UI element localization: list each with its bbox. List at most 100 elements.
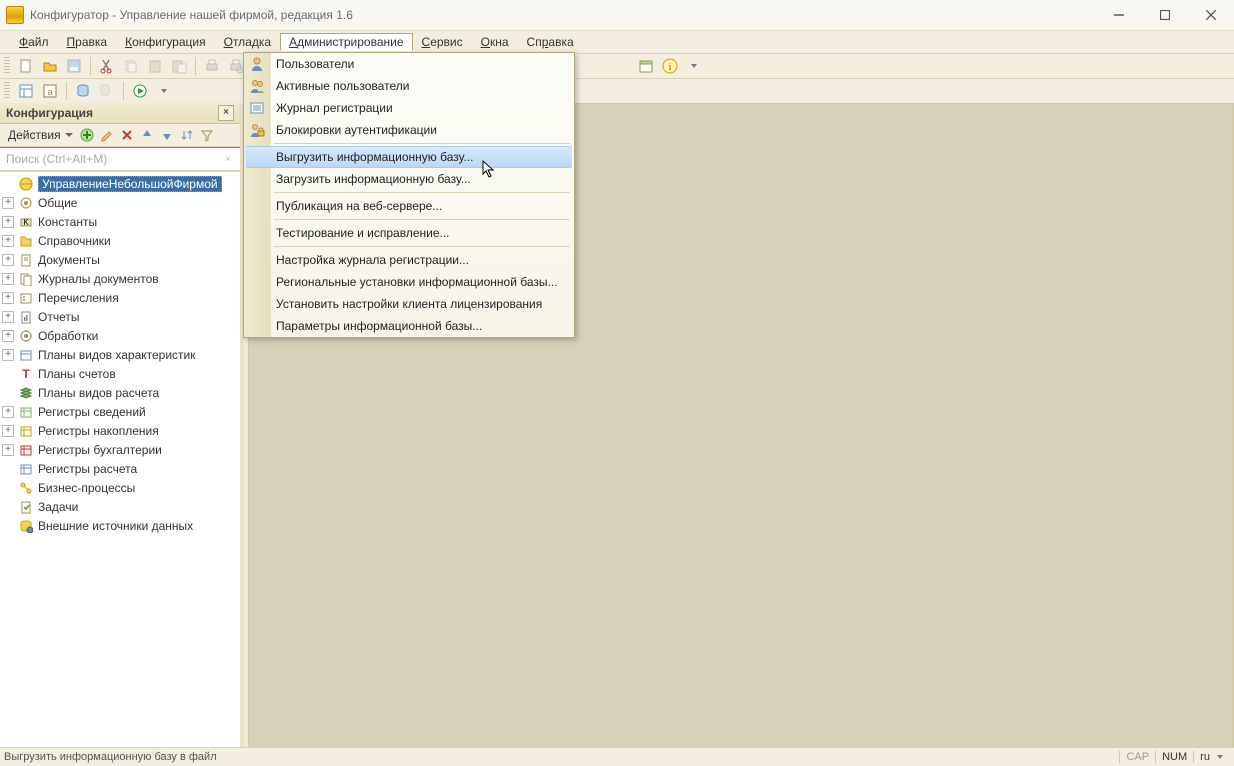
business-process-icon — [18, 480, 34, 496]
tree-node[interactable]: + Перечисления — [0, 288, 240, 307]
tree-node[interactable]: + Общие — [0, 193, 240, 212]
tree-node[interactable]: + Задачи — [0, 497, 240, 516]
menu-file[interactable]: Файл — [10, 33, 58, 51]
tree-node[interactable]: + Документы — [0, 250, 240, 269]
paste-button[interactable] — [144, 56, 166, 76]
tree-node[interactable]: + T Планы счетов — [0, 364, 240, 383]
menu-dump-ib-label: Выгрузить информационную базу... — [276, 150, 473, 164]
calendar-button[interactable] — [635, 56, 657, 76]
move-up-button[interactable] — [138, 126, 156, 144]
menu-edit-label: Правка — [67, 35, 108, 49]
menu-auth-locks[interactable]: Блокировки аутентификации — [244, 119, 574, 141]
menu-windows-label: Окна — [481, 35, 509, 49]
menu-users[interactable]: Пользователи — [244, 53, 574, 75]
tree-node[interactable]: + Регистры сведений — [0, 402, 240, 421]
menu-active-users-label: Активные пользователи — [276, 79, 409, 93]
tree-node[interactable]: + Бизнес-процессы — [0, 478, 240, 497]
save-button[interactable] — [63, 56, 85, 76]
run-dropdown-icon[interactable] — [153, 81, 175, 101]
tree-node[interactable]: + Отчеты — [0, 307, 240, 326]
tree-node[interactable]: + K Константы — [0, 212, 240, 231]
tree-node[interactable]: + Планы видов характеристик — [0, 345, 240, 364]
menu-auth-locks-label: Блокировки аутентификации — [276, 123, 437, 137]
tree-node-label: Константы — [38, 215, 97, 229]
menu-windows[interactable]: Окна — [472, 33, 518, 51]
help-dropdown-icon[interactable] — [683, 56, 705, 76]
titlebar: Конфигуратор - Управление нашей фирмой, … — [0, 0, 1234, 31]
tree-node[interactable]: + Планы видов расчета — [0, 383, 240, 402]
globe-icon — [18, 176, 34, 192]
tree-node[interactable]: + Журналы документов — [0, 269, 240, 288]
common-icon — [18, 195, 34, 211]
enums-icon — [18, 290, 34, 306]
paste-board-button[interactable] — [168, 56, 190, 76]
db-button[interactable] — [72, 81, 94, 101]
menu-help[interactable]: Справка — [518, 33, 583, 51]
menu-service[interactable]: Сервис — [413, 33, 472, 51]
menu-load-ib[interactable]: Загрузить информационную базу... — [244, 168, 574, 190]
actions-menu-label: Действия — [8, 128, 61, 142]
run-button[interactable] — [129, 81, 151, 101]
menu-testing-label: Тестирование и исправление... — [276, 226, 450, 240]
delete-button-x[interactable] — [118, 126, 136, 144]
tree-node[interactable]: + Регистры расчета — [0, 459, 240, 478]
menu-dump-ib[interactable]: Выгрузить информационную базу... — [246, 146, 572, 168]
menu-ib-params-label: Параметры информационной базы... — [276, 319, 482, 333]
filter-button[interactable] — [198, 126, 216, 144]
search-clear-icon[interactable]: × — [222, 153, 234, 165]
tree-node[interactable]: + Внешние источники данных — [0, 516, 240, 535]
status-lang[interactable]: ru — [1193, 751, 1230, 763]
menu-config[interactable]: Конфигурация — [116, 33, 215, 51]
config-tree-button[interactable] — [15, 81, 37, 101]
actions-menu-button[interactable]: Действия — [4, 128, 77, 142]
tree-node-label: Планы счетов — [38, 367, 116, 381]
menu-ib-params[interactable]: Параметры информационной базы... — [244, 315, 574, 337]
sort-button[interactable] — [178, 126, 196, 144]
menu-license-settings-label: Установить настройки клиента лицензирова… — [276, 297, 542, 311]
panel-header: Конфигурация × — [0, 103, 240, 124]
menu-regional[interactable]: Региональные установки информационной ба… — [244, 271, 574, 293]
edit-button[interactable] — [98, 126, 116, 144]
cut-button[interactable] — [96, 56, 118, 76]
menu-event-log[interactable]: Журнал регистрации — [244, 97, 574, 119]
status-lang-label: ru — [1200, 751, 1210, 763]
constants-icon: K — [18, 214, 34, 230]
status-cap: CAP — [1119, 751, 1155, 763]
add-button[interactable] — [78, 126, 96, 144]
menu-service-label: Сервис — [422, 35, 463, 49]
config-panel: Конфигурация × Действия Поиск (Ctrl+Al — [0, 103, 244, 748]
new-button[interactable] — [15, 56, 37, 76]
menu-testing[interactable]: Тестирование и исправление... — [244, 222, 574, 244]
tree-node[interactable]: + Регистры накопления — [0, 421, 240, 440]
copy-button[interactable] — [120, 56, 142, 76]
tree-node[interactable]: + Справочники — [0, 231, 240, 250]
menu-debug[interactable]: Отладка — [215, 33, 280, 51]
tree-node-label: Внешние источники данных — [38, 519, 193, 533]
close-button[interactable] — [1188, 0, 1234, 30]
open-button[interactable] — [39, 56, 61, 76]
menu-publish-web[interactable]: Публикация на веб-сервере... — [244, 195, 574, 217]
help-button[interactable]: i — [659, 56, 681, 76]
syntax-button[interactable]: a — [39, 81, 61, 101]
tree-root-node[interactable]: + УправлениеНебольшойФирмой — [0, 174, 240, 193]
db-compare-button[interactable] — [96, 81, 118, 101]
menu-event-log-label: Журнал регистрации — [276, 101, 393, 115]
tree-node-label: Обработки — [38, 329, 98, 343]
search-field[interactable]: Поиск (Ctrl+Alt+M) × — [0, 147, 240, 171]
menu-eventlog-settings[interactable]: Настройка журнала регистрации... — [244, 249, 574, 271]
tree-node-label: Регистры бухгалтерии — [38, 443, 162, 457]
print-button[interactable] — [201, 56, 223, 76]
menu-license-settings[interactable]: Установить настройки клиента лицензирова… — [244, 293, 574, 315]
tree-node[interactable]: + Регистры бухгалтерии — [0, 440, 240, 459]
minimize-button[interactable] — [1096, 0, 1142, 30]
menu-publish-web-label: Публикация на веб-сервере... — [276, 199, 442, 213]
panel-close-button[interactable]: × — [218, 105, 234, 121]
menu-admin[interactable]: Администрирование — [280, 33, 412, 51]
menu-active-users[interactable]: Активные пользователи — [244, 75, 574, 97]
tree-node[interactable]: + Обработки — [0, 326, 240, 345]
menu-config-label: Конфигурация — [125, 35, 206, 49]
config-tree[interactable]: + УправлениеНебольшойФирмой + Общие + K … — [0, 171, 240, 748]
maximize-button[interactable] — [1142, 0, 1188, 30]
menu-edit[interactable]: Правка — [58, 33, 117, 51]
move-down-button[interactable] — [158, 126, 176, 144]
